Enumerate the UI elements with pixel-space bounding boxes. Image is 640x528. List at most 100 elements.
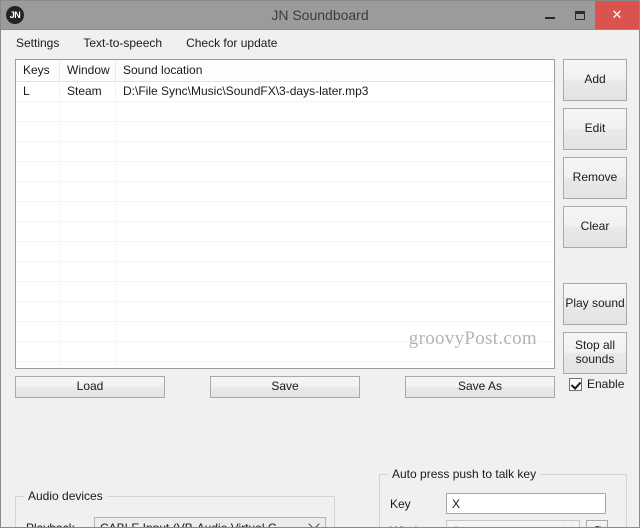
ptt-key-label: Key bbox=[390, 497, 446, 511]
stop-all-sounds-button[interactable]: Stop all sounds bbox=[563, 332, 627, 374]
column-header-window[interactable]: Window bbox=[60, 60, 116, 81]
main-enable-label: Enable bbox=[587, 377, 624, 391]
list-empty-cell bbox=[16, 142, 60, 161]
list-empty-row[interactable] bbox=[16, 162, 554, 182]
list-empty-row[interactable] bbox=[16, 242, 554, 262]
list-empty-cell bbox=[16, 162, 60, 181]
list-empty-row[interactable] bbox=[16, 222, 554, 242]
list-empty-row[interactable] bbox=[16, 342, 554, 362]
list-empty-cell bbox=[60, 362, 116, 369]
title-bar: JN JN Soundboard ✕ bbox=[1, 1, 639, 30]
list-empty-cell bbox=[60, 282, 116, 301]
list-empty-cell bbox=[60, 222, 116, 241]
menu-item-check-for-update[interactable]: Check for update bbox=[185, 34, 278, 52]
list-empty-cell bbox=[60, 102, 116, 121]
remove-button[interactable]: Remove bbox=[563, 157, 627, 199]
ptt-window-row: Window Steam bbox=[390, 520, 608, 528]
ptt-window-label: Window bbox=[390, 524, 446, 528]
list-empty-cell bbox=[16, 122, 60, 141]
list-empty-cell bbox=[60, 322, 116, 341]
load-button[interactable]: Load bbox=[15, 376, 165, 398]
file-button-row: Load Save Save As bbox=[15, 376, 555, 398]
list-empty-cell bbox=[60, 302, 116, 321]
list-header: Keys Window Sound location bbox=[16, 60, 554, 82]
list-empty-cell bbox=[16, 182, 60, 201]
ptt-key-value: X bbox=[452, 497, 460, 511]
ptt-window-value: Steam bbox=[452, 524, 487, 528]
list-empty-row[interactable] bbox=[16, 282, 554, 302]
playback-label: Playback bbox=[26, 521, 94, 528]
ptt-key-row: Key X bbox=[390, 493, 606, 514]
list-empty-cell bbox=[16, 302, 60, 321]
list-empty-cell bbox=[16, 262, 60, 281]
list-empty-cell bbox=[60, 262, 116, 281]
chevron-down-icon bbox=[308, 518, 319, 528]
list-empty-cell bbox=[60, 242, 116, 261]
list-empty-cell bbox=[116, 142, 554, 161]
app-window: JN JN Soundboard ✕ Settings Text-to-spee… bbox=[0, 0, 640, 528]
list-empty-cell bbox=[116, 102, 554, 121]
list-empty-row[interactable] bbox=[16, 102, 554, 122]
list-empty-cell bbox=[60, 162, 116, 181]
stop-all-sounds-label-line1: Stop all bbox=[575, 338, 615, 352]
save-button[interactable]: Save bbox=[210, 376, 360, 398]
list-empty-cell bbox=[116, 302, 554, 321]
column-header-keys[interactable]: Keys bbox=[16, 60, 60, 81]
close-icon[interactable]: ✕ bbox=[595, 1, 639, 29]
list-empty-cell bbox=[16, 242, 60, 261]
playback-device-select[interactable]: CABLE Input (VB-Audio Virtual C bbox=[94, 517, 326, 528]
list-empty-cell bbox=[116, 282, 554, 301]
sound-list[interactable]: Keys Window Sound location L Steam D:\Fi… bbox=[15, 59, 555, 369]
save-as-button[interactable]: Save As bbox=[405, 376, 555, 398]
list-empty-cell bbox=[60, 182, 116, 201]
table-row[interactable]: L Steam D:\File Sync\Music\SoundFX\3-day… bbox=[16, 82, 554, 102]
checkbox-icon[interactable] bbox=[569, 378, 582, 391]
list-empty-row[interactable] bbox=[16, 302, 554, 322]
maximize-icon[interactable] bbox=[565, 1, 595, 29]
list-empty-row[interactable] bbox=[16, 122, 554, 142]
refresh-windows-button[interactable] bbox=[586, 520, 608, 528]
list-empty-row[interactable] bbox=[16, 142, 554, 162]
minimize-icon[interactable] bbox=[535, 1, 565, 29]
list-empty-cell bbox=[116, 242, 554, 261]
app-icon: JN bbox=[6, 6, 24, 24]
ptt-key-input[interactable]: X bbox=[446, 493, 606, 514]
list-empty-row[interactable] bbox=[16, 262, 554, 282]
side-button-column: Add Edit Remove Clear Play sound Stop al… bbox=[563, 59, 627, 381]
window-controls: ✕ bbox=[535, 1, 639, 29]
menu-item-settings[interactable]: Settings bbox=[15, 34, 60, 52]
refresh-icon bbox=[591, 524, 604, 528]
push-to-talk-group: Auto press push to talk key Key X Window… bbox=[379, 474, 627, 528]
list-empty-row[interactable] bbox=[16, 362, 554, 369]
list-empty-cell bbox=[60, 342, 116, 361]
list-empty-row[interactable] bbox=[16, 322, 554, 342]
clear-button[interactable]: Clear bbox=[563, 206, 627, 248]
stop-all-sounds-label-line2: sounds bbox=[576, 352, 615, 366]
list-empty-row[interactable] bbox=[16, 182, 554, 202]
list-empty-cell bbox=[116, 342, 554, 361]
list-empty-cell bbox=[60, 142, 116, 161]
column-header-sound-location[interactable]: Sound location bbox=[116, 60, 554, 81]
list-empty-cell bbox=[116, 322, 554, 341]
list-empty-cell bbox=[116, 222, 554, 241]
push-to-talk-title: Auto press push to talk key bbox=[388, 467, 540, 481]
main-enable-checkbox[interactable]: Enable bbox=[569, 377, 624, 391]
list-empty-cell bbox=[16, 342, 60, 361]
list-empty-cell bbox=[16, 222, 60, 241]
list-empty-row[interactable] bbox=[16, 202, 554, 222]
add-button[interactable]: Add bbox=[563, 59, 627, 101]
list-empty-cell bbox=[116, 182, 554, 201]
list-empty-cell bbox=[16, 102, 60, 121]
chevron-down-icon bbox=[562, 521, 573, 528]
list-empty-cell bbox=[60, 122, 116, 141]
edit-button[interactable]: Edit bbox=[563, 108, 627, 150]
menu-bar: Settings Text-to-speech Check for update bbox=[1, 30, 639, 56]
list-empty-cell bbox=[60, 202, 116, 221]
list-empty-cell bbox=[16, 282, 60, 301]
audio-devices-group: Audio devices Playback CABLE Input (VB-A… bbox=[15, 496, 335, 528]
menu-item-text-to-speech[interactable]: Text-to-speech bbox=[82, 34, 163, 52]
cell-sound-location: D:\File Sync\Music\SoundFX\3-days-later.… bbox=[116, 82, 554, 101]
ptt-window-select[interactable]: Steam bbox=[446, 520, 580, 528]
play-sound-button[interactable]: Play sound bbox=[563, 283, 627, 325]
audio-devices-title: Audio devices bbox=[24, 489, 107, 503]
